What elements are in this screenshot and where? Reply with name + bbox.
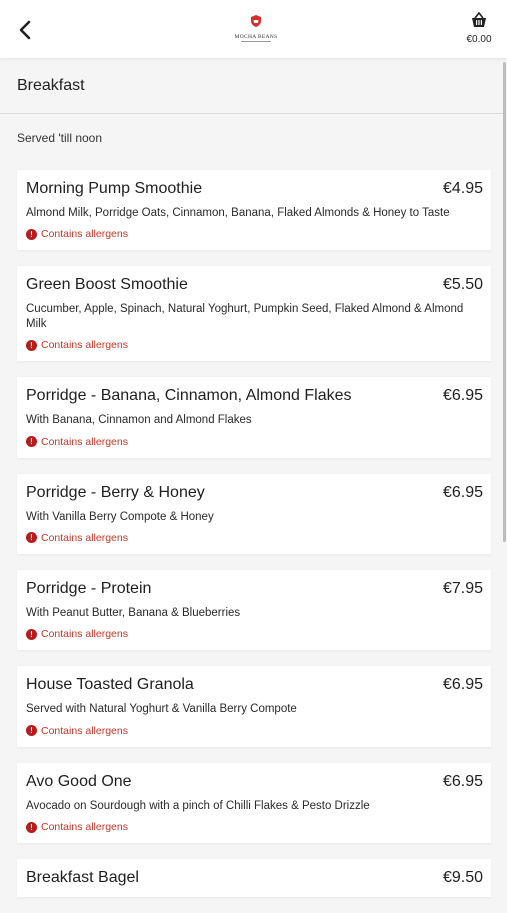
chevron-left-icon xyxy=(19,20,31,40)
menu-item-card[interactable]: Porridge - Banana, Cinnamon, Almond Flak… xyxy=(17,377,491,458)
menu-item-card[interactable]: Green Boost Smoothie €5.50 Cucumber, App… xyxy=(17,266,491,362)
menu-item-card[interactable]: Avo Good One €6.95 Avocado on Sourdough … xyxy=(17,762,491,843)
allergen-label: Contains allergens xyxy=(41,724,128,737)
alert-icon: ! xyxy=(26,436,37,447)
item-name: Porridge - Berry & Honey xyxy=(26,483,205,501)
item-price: €6.95 xyxy=(442,772,483,790)
item-name: Porridge - Protein xyxy=(26,579,152,597)
alert-icon: ! xyxy=(26,532,37,544)
item-description: Cucumber, Apple, Spinach, Natural Yoghur… xyxy=(26,303,464,330)
item-price: €6.95 xyxy=(442,387,483,405)
alert-icon: ! xyxy=(26,725,37,737)
item-name: Morning Pump Smoothie xyxy=(26,180,203,197)
allergen-notice: ! Contains allergens xyxy=(26,725,483,737)
item-description: With Vanilla Berry Compote & Honey xyxy=(26,510,214,523)
allergen-notice: ! Contains allergens xyxy=(26,339,483,351)
menu-item-list: Morning Pump Smoothie €4.95 Almond Milk,… xyxy=(17,170,491,913)
allergen-label: Contains allergens xyxy=(41,339,128,352)
item-description: Almond Milk, Porridge Oats, Cinnamon, Ba… xyxy=(26,207,450,219)
shield-logo-icon xyxy=(251,15,261,27)
alert-icon: ! xyxy=(26,821,37,833)
allergen-notice: ! Contains allergens xyxy=(26,436,483,448)
item-price: €9.50 xyxy=(442,869,483,886)
menu-item-card[interactable]: House Toasted Granola €6.95 Served with … xyxy=(17,666,491,747)
item-name: Avo Good One xyxy=(26,772,132,790)
allergen-notice: ! Contains allergens xyxy=(26,532,483,544)
basket-button[interactable]: €0.00 xyxy=(461,11,497,45)
menu-item-card[interactable]: Morning Pump Smoothie €4.95 Almond Milk,… xyxy=(17,170,491,251)
category-subtitle: Served 'till noon xyxy=(17,131,103,145)
item-price: €6.95 xyxy=(442,676,483,694)
alert-icon: ! xyxy=(26,339,37,351)
item-name: Porridge - Banana, Cinnamon, Almond Flak… xyxy=(26,387,352,405)
logo-text: MOCHA BEANS xyxy=(234,34,278,40)
category-header: Breakfast xyxy=(0,58,503,114)
category-title: Breakfast xyxy=(17,77,85,94)
allergen-label: Contains allergens xyxy=(41,821,128,833)
item-name: House Toasted Granola xyxy=(26,676,194,694)
allergen-label: Contains allergens xyxy=(41,628,128,641)
alert-icon: ! xyxy=(26,628,37,640)
allergen-label: Contains allergens xyxy=(41,435,128,448)
item-price: €5.50 xyxy=(442,276,483,294)
allergen-notice: ! Contains allergens xyxy=(26,628,483,640)
item-price: €6.95 xyxy=(442,483,483,501)
back-button[interactable] xyxy=(14,17,38,43)
item-description: Avocado on Sourdough with a pinch of Chi… xyxy=(26,799,370,812)
basket-total: €0.00 xyxy=(466,34,492,45)
logo-underline xyxy=(241,41,271,42)
menu-item-card[interactable]: Porridge - Protein €7.95 With Peanut But… xyxy=(17,569,491,651)
item-description: Served with Natural Yoghurt & Vanilla Be… xyxy=(26,703,297,716)
basket-icon xyxy=(472,11,486,27)
allergen-label: Contains allergens xyxy=(41,228,128,241)
scrollbar[interactable] xyxy=(503,62,506,542)
allergen-notice: ! Contains allergens xyxy=(26,228,483,240)
item-description: With Peanut Butter, Banana & Blueberries xyxy=(26,606,241,619)
top-app-bar: MOCHA BEANS €0.00 xyxy=(0,0,507,58)
item-price: €7.95 xyxy=(442,579,483,597)
brand-logo: MOCHA BEANS xyxy=(226,14,286,44)
alert-icon: ! xyxy=(26,228,37,240)
menu-item-card[interactable]: Breakfast Bagel €9.50 xyxy=(17,859,491,897)
item-name: Breakfast Bagel xyxy=(26,869,139,886)
item-name: Green Boost Smoothie xyxy=(26,276,188,294)
allergen-label: Contains allergens xyxy=(41,531,128,544)
menu-item-card[interactable]: Porridge - Berry & Honey €6.95 With Vani… xyxy=(17,473,491,554)
allergen-notice: ! Contains allergens xyxy=(26,821,483,833)
item-description: With Banana, Cinnamon and Almond Flakes xyxy=(26,414,252,427)
item-price: €4.95 xyxy=(442,180,483,197)
